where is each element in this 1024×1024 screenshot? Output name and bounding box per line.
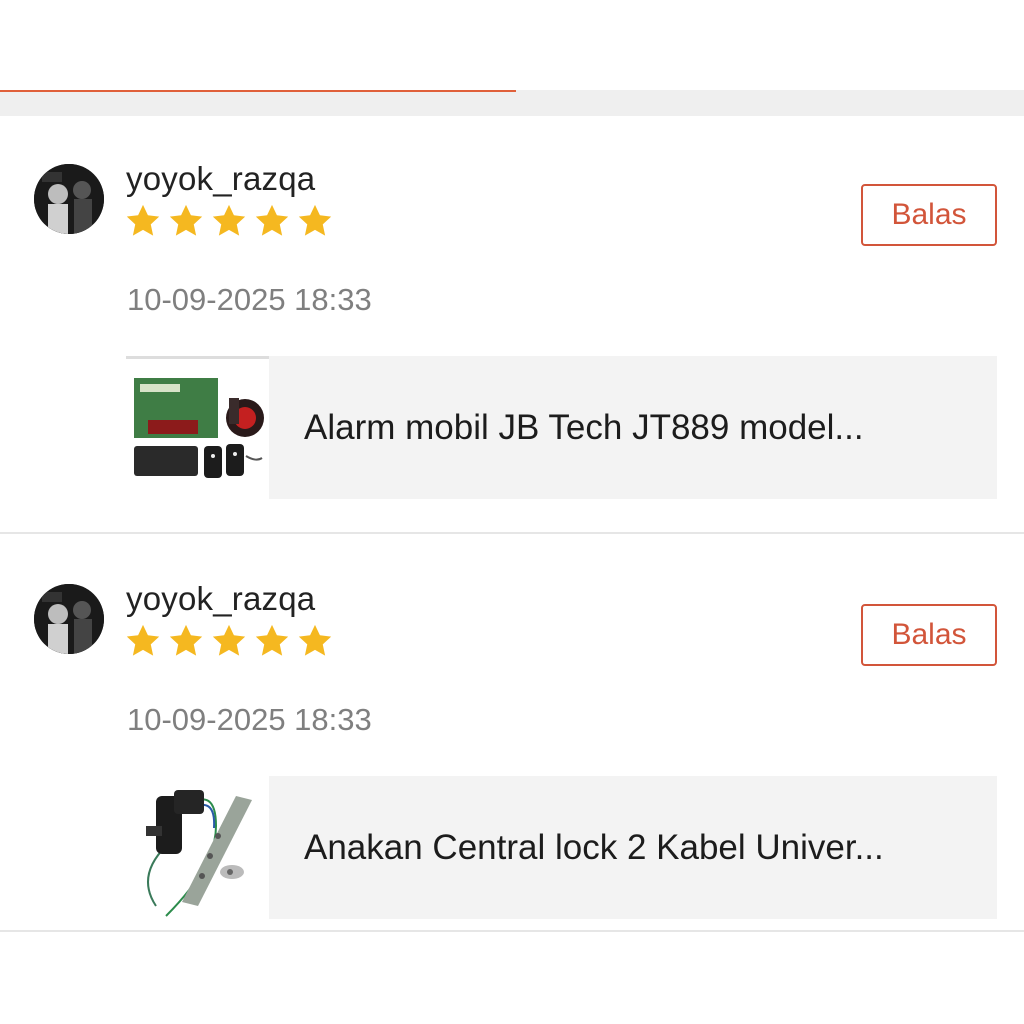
product-image xyxy=(126,776,269,919)
reviewer-name: yoyok_razqa xyxy=(126,580,316,617)
star-icon xyxy=(298,204,332,236)
star-icon xyxy=(169,204,203,236)
star-rating xyxy=(124,622,334,660)
star-icon xyxy=(169,624,203,656)
review-item: yoyok_razqa Balas 10-09-2025 18:33 xyxy=(0,536,1024,932)
review-date: 10-09-2025 18:33 xyxy=(127,282,372,317)
product-card[interactable]: Alarm mobil JB Tech JT889 model... xyxy=(126,356,997,499)
star-icon xyxy=(255,624,289,656)
star-icon xyxy=(126,624,160,656)
star-icon xyxy=(212,624,246,656)
tab-bar xyxy=(0,90,1024,116)
star-rating xyxy=(124,202,334,240)
star-icon xyxy=(255,204,289,236)
reply-button[interactable]: Balas xyxy=(861,184,997,246)
avatar[interactable] xyxy=(34,584,104,654)
avatar[interactable] xyxy=(34,164,104,234)
product-name: Alarm mobil JB Tech JT889 model... xyxy=(304,407,864,447)
reply-button[interactable]: Balas xyxy=(861,604,997,666)
star-icon xyxy=(126,204,160,236)
active-tab-indicator xyxy=(0,90,516,92)
product-card[interactable]: Anakan Central lock 2 Kabel Univer... xyxy=(126,776,997,919)
header-area xyxy=(0,0,1024,92)
review-date: 10-09-2025 18:33 xyxy=(127,702,372,737)
reviewer-name: yoyok_razqa xyxy=(126,160,316,197)
product-name: Anakan Central lock 2 Kabel Univer... xyxy=(304,827,884,867)
product-image xyxy=(126,356,269,499)
star-icon xyxy=(212,204,246,236)
review-item: yoyok_razqa Balas 10-09-2025 18:33 xyxy=(0,116,1024,534)
star-icon xyxy=(298,624,332,656)
